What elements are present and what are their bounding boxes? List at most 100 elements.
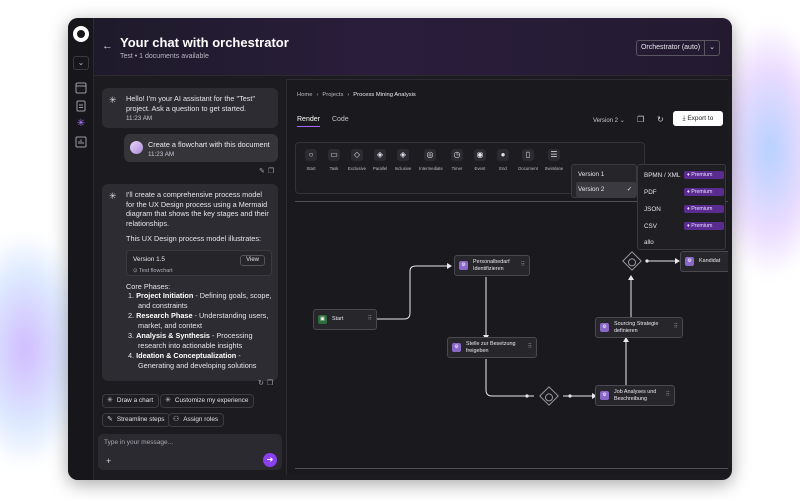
assistant-message: ✳ Hello! I'm your AI assistant for the "… (102, 88, 278, 128)
sparkle-icon: ✳ (165, 397, 171, 404)
response-actions: ↻❐ (258, 379, 276, 387)
arrowhead (628, 275, 634, 280)
drag-handle-icon[interactable]: ⠿ (368, 316, 372, 323)
plus-icon[interactable]: + (106, 456, 111, 466)
node-job[interactable]: ⚙ Job Analyses und Beschreibung ⠿ (595, 385, 675, 406)
task-icon: ⚙ (685, 257, 694, 266)
chip-label: Assign roles (183, 416, 219, 423)
message-actions: ✎❐ (259, 167, 277, 175)
arrowhead (447, 263, 452, 269)
send-button[interactable]: ➜ (263, 453, 277, 467)
page-title: Your chat with orchestrator (120, 35, 289, 50)
suggestion-chip[interactable]: ✳ Customize my experience (160, 394, 255, 408)
view-button[interactable]: View (240, 254, 265, 266)
copy-icon[interactable]: ❐ (268, 168, 277, 175)
node-stelle[interactable]: ⚙ Stelle zur Besetzung freigeben ⠿ (447, 337, 537, 358)
node-label: Stelle zur Besetzung freigeben (466, 341, 516, 354)
back-arrow-icon[interactable]: ← (102, 40, 113, 52)
diagram-panel: Home › Projects › Process Mining Analysis … (286, 79, 728, 475)
version-card-subtitle: ⊙ Test flowchart (133, 267, 265, 277)
chat-header: ← Your chat with orchestrator Test • 1 d… (94, 18, 732, 76)
export-menu-item[interactable]: allo (644, 239, 654, 246)
sparkle-icon: ✳ (107, 397, 113, 404)
people-icon: ⚇ (173, 416, 180, 423)
connector-dot (525, 394, 529, 398)
chart-icon[interactable] (75, 136, 87, 148)
drag-handle-icon[interactable]: ⠿ (674, 324, 678, 331)
user-message: Create a flowchart with this document 11… (124, 134, 278, 162)
task-icon: ⚙ (452, 343, 461, 352)
phases-list: 1. Project Initiation - Defining goals, … (128, 291, 272, 370)
export-menu-item[interactable]: CSV (644, 223, 657, 230)
list-item: 3. Analysis & Synthesis - Processing res… (128, 331, 253, 350)
phases-title: Core Phases: (126, 281, 171, 291)
task-icon: ⚙ (459, 261, 468, 270)
export-menu-item[interactable]: PDF (644, 189, 657, 196)
layout-icon[interactable] (75, 82, 87, 94)
connector-dot (645, 259, 649, 263)
export-menu: BPMN / XML ♦ Premium PDF ♦ Premium JSON … (637, 164, 726, 250)
version-menu-item[interactable]: Version 1 (576, 167, 636, 182)
node-label: Personalbedarf Identifizieren (473, 259, 510, 272)
version-menu-item-selected[interactable]: Version 2 ✓ (576, 182, 636, 197)
message-text: Hello! I'm your AI assistant for the "Te… (126, 94, 256, 113)
node-label: Kandidat (699, 258, 721, 265)
suggestion-chip[interactable]: ⚇ Assign roles (168, 413, 225, 427)
drag-handle-icon[interactable]: ⠿ (666, 392, 670, 399)
message-time: 11:23 AM (148, 151, 175, 158)
node-start[interactable]: ▣ Start ⠿ (313, 309, 377, 330)
check-circle-icon: ⊙ (133, 268, 138, 274)
message-text: Create a flowchart with this document (148, 140, 270, 149)
list-item: 2. Research Phase - Understanding users,… (128, 311, 269, 330)
edit-icon[interactable]: ✎ (259, 168, 268, 175)
regenerate-icon[interactable]: ↻ (258, 380, 267, 387)
message-composer: + ➜ (98, 434, 282, 470)
connector-stelle-gateway (485, 359, 534, 397)
pencil-icon: ✎ (107, 416, 113, 423)
version-card[interactable]: Version 1.5 ⊙ Test flowchart View (126, 249, 272, 277)
suggestion-chip[interactable]: ✳ Draw a chart (102, 394, 160, 408)
agent-select-value: Orchestrator (auto) (640, 44, 701, 51)
diagram-connectors (375, 258, 680, 399)
chevron-down-icon[interactable]: ⌄ (73, 56, 89, 70)
message-input[interactable] (104, 439, 254, 446)
premium-badge: ♦ Premium (684, 205, 724, 213)
list-item: 4. Ideation & Conceptualization - Genera… (128, 351, 257, 370)
document-icon[interactable] (75, 100, 87, 112)
suggestion-chip[interactable]: ✎ Streamline steps (102, 413, 171, 427)
node-kandidat[interactable]: ⚙ Kandidat (680, 251, 728, 272)
chip-label: Streamline steps (116, 416, 165, 423)
connector-start-personal (375, 265, 447, 320)
app-logo[interactable] (73, 26, 89, 42)
node-label: Sourcing Strategie definieren (614, 321, 659, 334)
chat-column: ✳ Hello! I'm your AI assistant for the "… (94, 76, 283, 480)
version-card-sub-text: Test flowchart (139, 268, 173, 274)
avatar (130, 141, 143, 154)
node-label: Job Analyses und Beschreibung (614, 389, 657, 402)
sparkle-icon[interactable]: ✳ (75, 118, 87, 130)
node-personalbedarf[interactable]: ⚙ Personalbedarf Identifizieren ⠿ (454, 255, 530, 276)
version-menu: Version 1 Version 2 ✓ (571, 164, 637, 198)
message-time: 11:23 AM (126, 115, 153, 122)
list-item: 1. Project Initiation - Defining goals, … (128, 291, 272, 310)
export-menu-item[interactable]: BPMN / XML (644, 172, 680, 179)
copy-icon[interactable]: ❐ (267, 380, 276, 387)
agent-select[interactable]: Orchestrator (auto) ⌄ (635, 40, 720, 56)
task-icon: ⚙ (600, 323, 609, 332)
node-label: Start (332, 316, 344, 323)
chip-label: Customize my experience (174, 397, 249, 404)
premium-badge: ♦ Premium (684, 222, 724, 230)
side-rail: ⌄ ✳ (68, 18, 94, 480)
chip-label: Draw a chart (116, 397, 154, 404)
connector-dot (568, 394, 572, 398)
task-icon: ⚙ (600, 391, 609, 400)
drag-handle-icon[interactable]: ⠿ (521, 262, 525, 269)
premium-badge: ♦ Premium (684, 171, 724, 179)
drag-handle-icon[interactable]: ⠿ (528, 344, 532, 351)
node-sourcing[interactable]: ⚙ Sourcing Strategie definieren ⠿ (595, 317, 683, 338)
check-icon: ✓ (626, 186, 632, 193)
app-window: ⌄ ✳ ← Your chat with orchestrator Test •… (68, 18, 732, 480)
premium-badge: ♦ Premium (684, 188, 724, 196)
export-menu-item[interactable]: JSON (644, 206, 661, 213)
assistant-message: ✳ I'll create a comprehensive process mo… (102, 184, 278, 381)
